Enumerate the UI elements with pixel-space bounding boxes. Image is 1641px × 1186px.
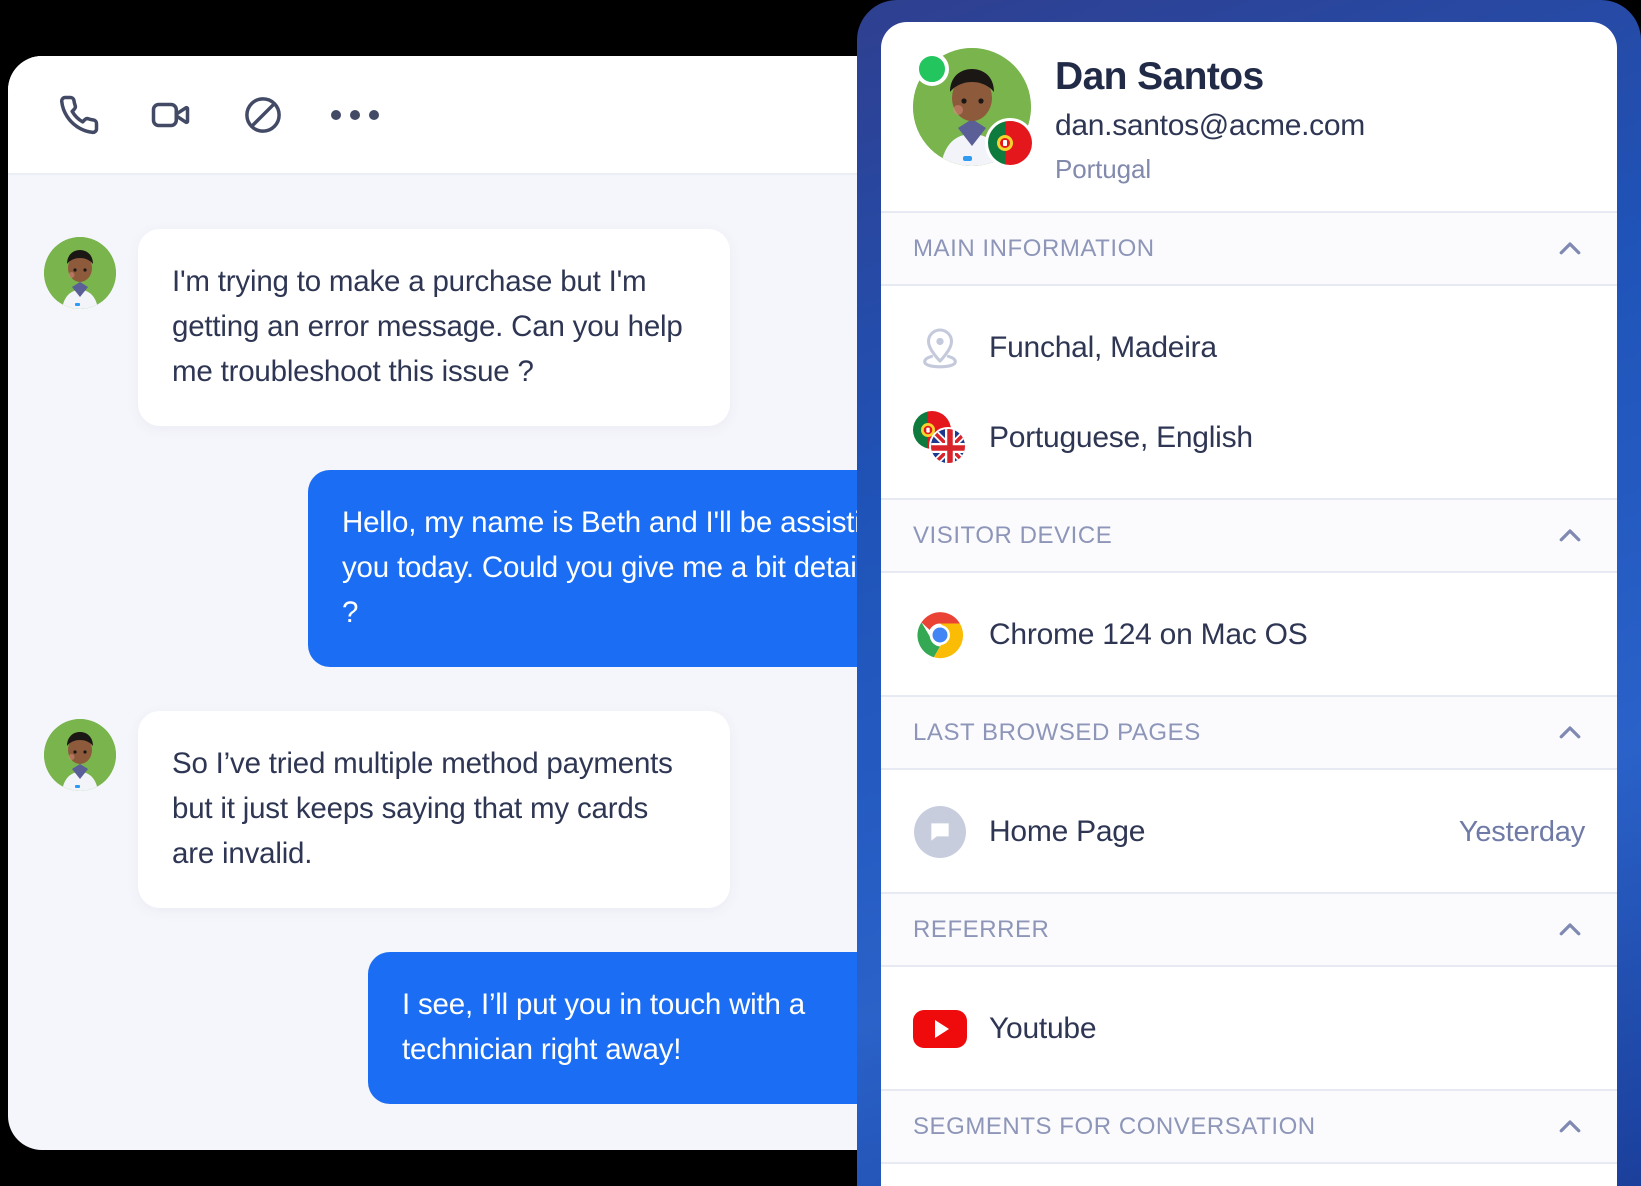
page-title: Dan Santos xyxy=(1055,55,1264,98)
section-title: REFERRER xyxy=(913,915,1050,943)
info-row-label: Funchal, Madeira xyxy=(989,331,1217,365)
chevron-up-icon[interactable] xyxy=(1553,519,1587,553)
profile-avatar xyxy=(913,48,1035,168)
avatar xyxy=(44,237,116,309)
section-title: SEGMENTS FOR CONVERSATION xyxy=(913,1112,1316,1140)
section-header-visitor-device[interactable]: VISITOR DEVICE xyxy=(881,498,1617,574)
section-body-main-information: Funchal, Madeira Portuguese, English xyxy=(881,286,1617,498)
profile-meta: Dan Santos dan.santos@acme.com Portugal xyxy=(1055,44,1365,185)
chevron-up-icon[interactable] xyxy=(1553,913,1587,947)
chat-bubble: I'm trying to make a purchase but I'm ge… xyxy=(138,229,730,426)
video-camera-icon[interactable] xyxy=(144,88,198,142)
chat-window: I'm trying to make a purchase but I'm ge… xyxy=(8,56,958,1150)
info-row-browsed-page[interactable]: Home Page Yesterday xyxy=(913,798,1585,866)
section-title: MAIN INFORMATION xyxy=(913,234,1155,262)
location-pin-icon xyxy=(913,321,967,375)
chat-message-outgoing: Hello, my name is Beth and I'll be assis… xyxy=(44,470,928,667)
screen: I'm trying to make a purchase but I'm ge… xyxy=(0,0,1641,1186)
section-header-segments-for-conversation[interactable]: SEGMENTS FOR CONVERSATION xyxy=(881,1089,1617,1165)
section-title: VISITOR DEVICE xyxy=(913,521,1113,549)
info-row-label: Youtube xyxy=(989,1012,1097,1046)
info-row-referrer[interactable]: Youtube xyxy=(913,995,1585,1063)
info-row-browser: Chrome 124 on Mac OS xyxy=(913,601,1585,669)
online-status-badge xyxy=(915,52,949,86)
chat-message-incoming: I'm trying to make a purchase but I'm ge… xyxy=(44,229,928,426)
profile-header: Dan Santos dan.santos@acme.com Portugal xyxy=(881,22,1617,211)
info-row-languages: Portuguese, English xyxy=(913,404,1585,472)
section-body-visitor-device: Chrome 124 on Mac OS xyxy=(881,573,1617,695)
avatar xyxy=(44,719,116,791)
chevron-up-icon[interactable] xyxy=(1553,232,1587,266)
youtube-icon xyxy=(913,1002,967,1056)
page-chat-icon xyxy=(913,805,967,859)
section-body-last-browsed-pages: Home Page Yesterday xyxy=(881,770,1617,892)
portugal-flag-icon xyxy=(985,118,1035,168)
info-row-label: Home Page xyxy=(989,815,1146,849)
dual-flag-icon xyxy=(913,411,967,466)
chat-bubble: I see, I’ll put you in touch with a tech… xyxy=(368,952,928,1104)
chat-toolbar xyxy=(8,56,958,175)
chat-message-incoming: So I’ve tried multiple method payments b… xyxy=(44,711,928,908)
chat-bubble: Hello, my name is Beth and I'll be assis… xyxy=(308,470,928,667)
chevron-up-icon[interactable] xyxy=(1553,1110,1587,1144)
more-horizontal-icon[interactable] xyxy=(328,88,382,142)
chat-message-list: I'm trying to make a purchase but I'm ge… xyxy=(8,177,958,1150)
uk-flag-icon xyxy=(929,427,967,466)
info-row-timestamp: Yesterday xyxy=(1458,815,1585,848)
info-row-label: Portuguese, English xyxy=(989,421,1253,455)
segment-tag-list: chat lead demo quarter xyxy=(881,1164,1617,1186)
profile-country: Portugal xyxy=(1055,154,1152,185)
profile-email: dan.santos@acme.com xyxy=(1055,109,1365,143)
section-body-referrer: Youtube xyxy=(881,967,1617,1089)
section-title: LAST BROWSED PAGES xyxy=(913,718,1201,746)
chrome-icon xyxy=(913,608,967,662)
chevron-up-icon[interactable] xyxy=(1553,716,1587,750)
chat-bubble: So I’ve tried multiple method payments b… xyxy=(138,711,730,908)
section-header-referrer[interactable]: REFERRER xyxy=(881,892,1617,968)
visitor-profile-panel: Dan Santos dan.santos@acme.com Portugal … xyxy=(881,22,1617,1186)
section-header-main-information[interactable]: MAIN INFORMATION xyxy=(881,211,1617,287)
info-row-label: Chrome 124 on Mac OS xyxy=(989,618,1308,652)
info-row-location: Funchal, Madeira xyxy=(913,314,1585,382)
chat-message-outgoing: I see, I’ll put you in touch with a tech… xyxy=(44,952,928,1104)
section-header-last-browsed-pages[interactable]: LAST BROWSED PAGES xyxy=(881,695,1617,771)
block-icon[interactable] xyxy=(236,88,290,142)
phone-icon[interactable] xyxy=(52,88,106,142)
